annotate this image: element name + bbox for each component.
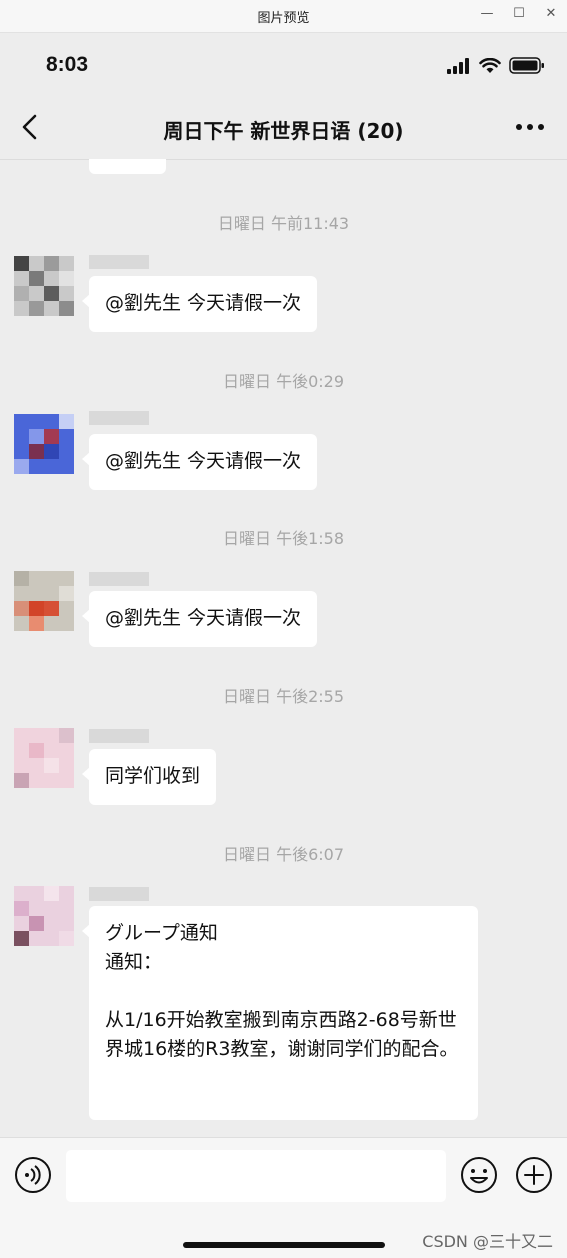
message-bubble[interactable]: @劉先生 今天请假一次 — [81, 276, 318, 332]
sender-name — [89, 411, 149, 425]
wifi-icon — [479, 57, 501, 73]
message-bubble[interactable]: 同学们收到 — [81, 749, 217, 805]
home-indicator[interactable] — [183, 1242, 385, 1248]
more-icon[interactable] — [515, 117, 545, 137]
avatar[interactable] — [14, 728, 74, 788]
chat-nav-bar: 周日下午 新世界日语 (20) — [0, 95, 567, 160]
message-text: @劉先生 今天请假一次 — [105, 292, 302, 314]
chat-title: 周日下午 新世界日语 (20) — [163, 119, 404, 143]
signal-icon — [447, 57, 469, 74]
sender-name — [89, 255, 149, 269]
message-bubble[interactable]: グループ通知 通知： 从1/16开始教室搬到南京西路2-68号新世界城16楼的R… — [82, 906, 478, 1120]
voice-icon[interactable] — [14, 1156, 52, 1194]
message-timestamp: 日曜日 午後0:29 — [222, 372, 345, 391]
emoji-icon[interactable] — [460, 1156, 498, 1194]
maximize-button[interactable]: ☐ — [508, 4, 530, 24]
message-timestamp: 日曜日 午前11:43 — [217, 214, 350, 233]
message-input[interactable] — [66, 1150, 446, 1202]
message-timestamp: 日曜日 午後2:55 — [222, 687, 345, 706]
status-bar: 8:03 — [0, 33, 567, 95]
message-bubble[interactable]: @劉先生 今天请假一次 — [81, 591, 318, 647]
status-icons — [447, 57, 545, 74]
window-titlebar: 图片预览 — ☐ ✕ — [0, 0, 567, 33]
battery-icon — [509, 57, 544, 74]
chat-messages[interactable]: 日曜日 午前11:43 @劉先生 今天请假一次 日曜日 午後0:29 @劉先生 … — [0, 159, 567, 1137]
avatar[interactable] — [14, 256, 74, 316]
avatar[interactable] — [14, 571, 74, 631]
sender-name — [89, 729, 149, 743]
message-text: @劉先生 今天请假一次 — [105, 450, 302, 472]
avatar[interactable] — [14, 414, 74, 474]
message-timestamp: 日曜日 午後6:07 — [222, 845, 345, 864]
chat-input-bar: CSDN @三十又二 — [0, 1137, 567, 1258]
avatar[interactable] — [14, 886, 74, 946]
message-bubble[interactable]: @劉先生 今天请假一次 — [81, 434, 318, 490]
sender-name — [89, 887, 149, 901]
message-text: 同学们收到 — [105, 765, 201, 787]
plus-icon[interactable] — [515, 1156, 553, 1194]
message-text: @劉先生 今天请假一次 — [105, 607, 302, 629]
message-timestamp: 日曜日 午後1:58 — [222, 529, 345, 548]
watermark: CSDN @三十又二 — [422, 1232, 553, 1251]
sender-name — [89, 572, 149, 586]
message-text: グループ通知 通知： 从1/16开始教室搬到南京西路2-68号新世界城16楼的R… — [105, 922, 459, 1060]
message-bubble-partial[interactable] — [89, 159, 166, 174]
close-button[interactable]: ✕ — [540, 4, 562, 24]
minimize-button[interactable]: — — [476, 4, 498, 24]
status-time: 8:03 — [46, 53, 89, 76]
